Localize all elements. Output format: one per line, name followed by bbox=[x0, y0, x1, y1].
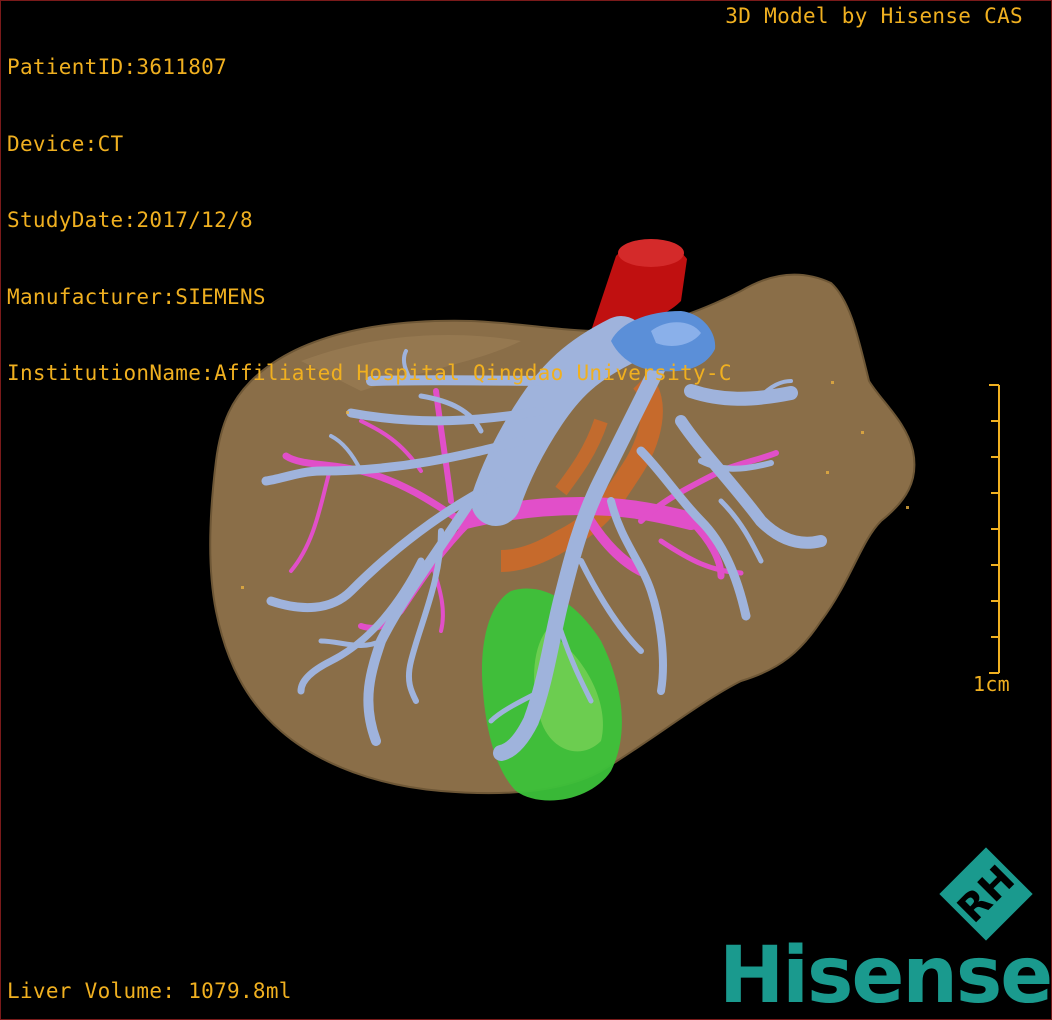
logo-badge-text: RH bbox=[949, 857, 1023, 931]
institution-name: InstitutionName:Affiliated Hospital Qing… bbox=[7, 361, 732, 385]
liver-volume: Liver Volume: 1079.8ml bbox=[7, 979, 292, 1003]
device: Device:CT bbox=[7, 131, 124, 156]
study-date: StudyDate:2017/12/8 bbox=[7, 208, 253, 232]
scale-bar-label: 1cm bbox=[973, 672, 1011, 696]
viewer-frame: PatientID:3611807 Device:CT StudyDate:20… bbox=[0, 0, 1052, 1020]
model-credit: 3D Model by Hisense CAS bbox=[725, 4, 1023, 28]
dicom-info-overlay: PatientID:3611807 Device:CT StudyDate:20… bbox=[7, 4, 732, 438]
manufacturer: Manufacturer:SIEMENS bbox=[7, 284, 266, 309]
hisense-wordmark: Hisense bbox=[719, 931, 1052, 1020]
patient-id: PatientID:3611807 bbox=[7, 55, 228, 79]
scale-bar bbox=[989, 384, 1000, 674]
